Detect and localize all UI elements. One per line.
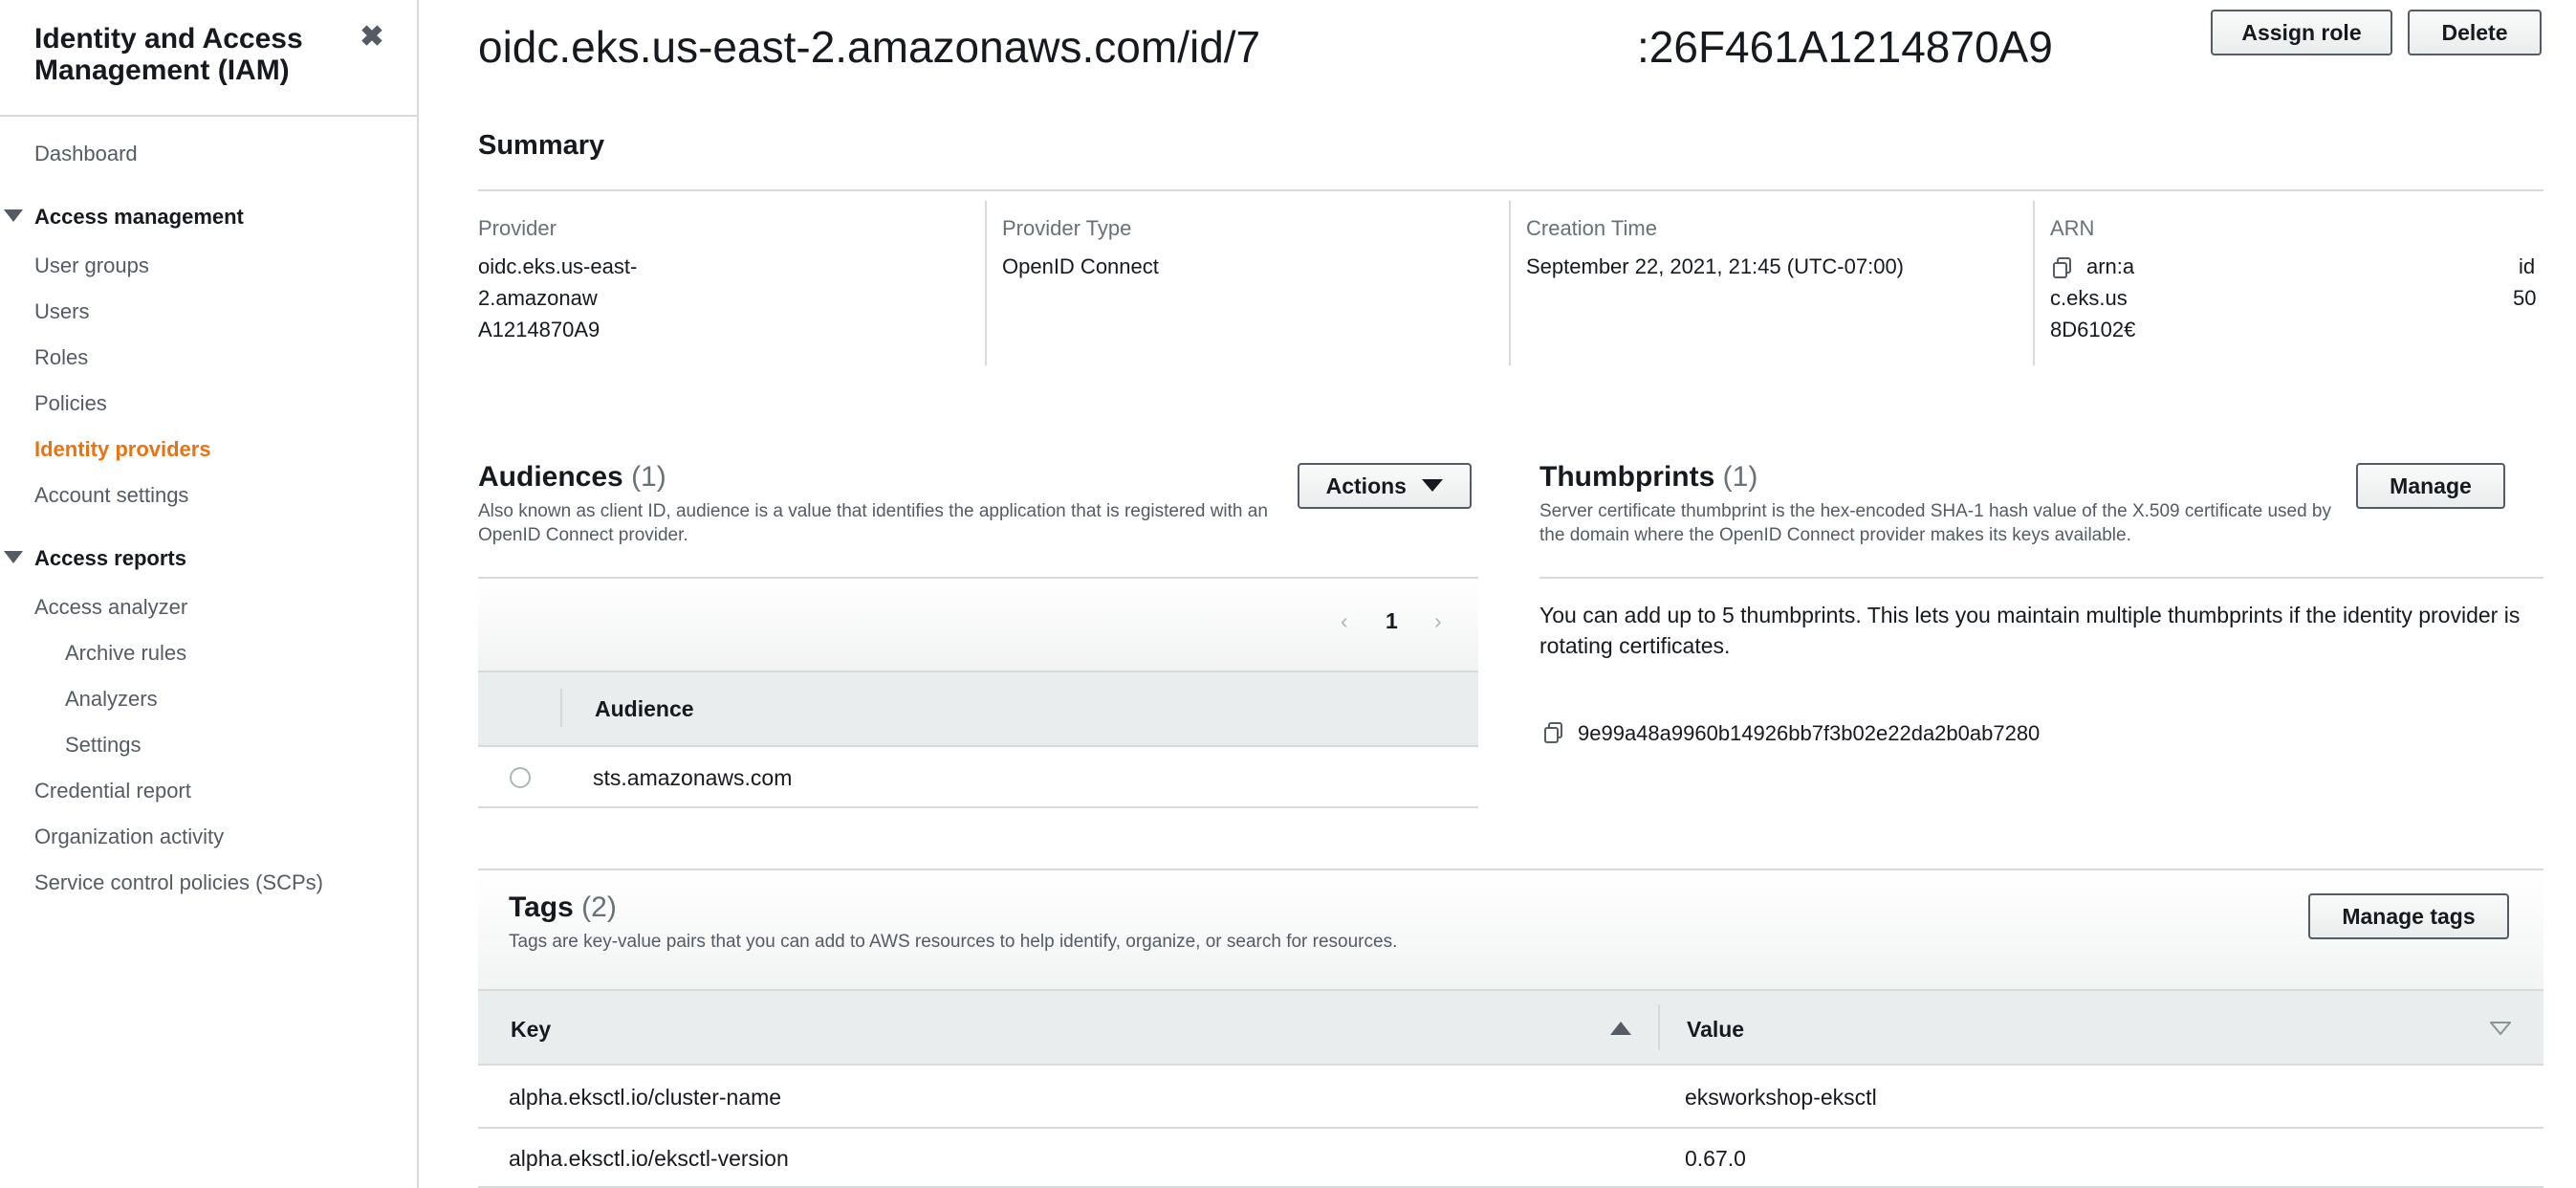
tags-description: Tags are key-value pairs that you can ad… bbox=[509, 932, 1398, 952]
provider-type-value: OpenID Connect bbox=[1002, 254, 1159, 278]
creation-time-label: Creation Time bbox=[1526, 216, 1657, 240]
sidebar-item-account-settings[interactable]: Account settings bbox=[34, 483, 188, 508]
column-divider bbox=[1658, 1004, 1660, 1050]
sidebar-item-settings[interactable]: Settings bbox=[65, 733, 142, 758]
sidebar-title: Identity and Access Management (IAM) bbox=[34, 23, 303, 86]
audiences-description: Also known as client ID, audience is a v… bbox=[478, 501, 1268, 545]
tag-key-cell: alpha.eksctl.io/cluster-name bbox=[509, 1085, 782, 1110]
provider-label: Provider bbox=[478, 216, 557, 240]
audiences-pager-bar bbox=[478, 579, 1478, 671]
sidebar-item-organization-activity[interactable]: Organization activity bbox=[34, 825, 224, 849]
tags-title-text: Tags bbox=[509, 891, 574, 923]
creation-time-value: September 22, 2021, 21:45 (UTC-07:00) bbox=[1526, 254, 1905, 278]
summary-provider-type: Provider Type OpenID Connect bbox=[1002, 197, 1499, 365]
caret-down-icon bbox=[1422, 479, 1444, 492]
actions-button[interactable]: Actions bbox=[1298, 463, 1472, 509]
caret-down-icon bbox=[4, 551, 23, 563]
tags-title: Tags (2) bbox=[509, 891, 617, 924]
copy-icon[interactable] bbox=[2052, 256, 2073, 279]
thumbprint-value: 9e99a48a9960b14926bb7f3b02e22da2b0ab7280 bbox=[1578, 721, 2041, 745]
divider bbox=[478, 1127, 2543, 1129]
delete-button[interactable]: Delete bbox=[2408, 10, 2542, 55]
summary-provider: Provider oidc.eks.us-east- 2.amazonaw A1… bbox=[478, 197, 975, 365]
chevron-right-icon[interactable]: › bbox=[1434, 608, 1442, 634]
sidebar-item-analyzers[interactable]: Analyzers bbox=[65, 687, 158, 712]
sidebar-section-access-reports[interactable]: Access reports bbox=[4, 546, 186, 571]
audiences-title-text: Audiences bbox=[478, 461, 623, 493]
manage-tags-button[interactable]: Manage tags bbox=[2308, 893, 2509, 939]
thumbprints-title: Thumbprints (1) bbox=[1539, 461, 1757, 494]
audiences-title: Audiences (1) bbox=[478, 461, 666, 494]
sidebar-item-archive-rules[interactable]: Archive rules bbox=[65, 641, 186, 666]
audience-column-header: Audience bbox=[595, 696, 694, 721]
page-title: oidc.eks.us-east-2.amazonaws.com/id/7 bbox=[478, 22, 1261, 72]
caret-down-icon bbox=[4, 209, 23, 222]
column-divider bbox=[560, 689, 562, 727]
manage-thumbprints-button[interactable]: Manage bbox=[2356, 463, 2505, 509]
copy-icon[interactable] bbox=[1543, 721, 1564, 744]
sidebar-item-policies[interactable]: Policies bbox=[34, 391, 107, 416]
audiences-count: (1) bbox=[631, 461, 666, 493]
sort-ascending-icon[interactable] bbox=[1610, 1022, 1631, 1035]
provider-type-label: Provider Type bbox=[1002, 216, 1132, 240]
summary-title: Summary bbox=[478, 130, 605, 161]
sidebar-item-identity-providers[interactable]: Identity providers bbox=[34, 437, 211, 462]
divider bbox=[1509, 201, 1511, 365]
key-column-header[interactable]: Key bbox=[511, 1017, 551, 1043]
arn-value-line: 8D6102€ bbox=[2050, 318, 2136, 341]
provider-value-line: 2.amazonaw bbox=[478, 286, 598, 310]
thumbprints-note: You can add up to 5 thumbprints. This le… bbox=[1539, 603, 2521, 658]
arn-value-line: c.eks.us bbox=[2050, 286, 2128, 310]
divider bbox=[478, 806, 1478, 808]
sidebar-section-label: Access management bbox=[34, 205, 244, 229]
thumbprints-count: (1) bbox=[1722, 461, 1758, 493]
sidebar-item-roles[interactable]: Roles bbox=[34, 345, 88, 370]
summary-creation-time: Creation Time September 22, 2021, 21:45 … bbox=[1526, 197, 2023, 365]
value-column-header[interactable]: Value bbox=[1687, 1017, 1744, 1043]
arn-label: ARN bbox=[2050, 216, 2095, 240]
audience-row-radio[interactable] bbox=[510, 767, 531, 788]
tag-value-cell: 0.67.0 bbox=[1685, 1146, 1746, 1171]
page-title-suffix: :26F461A1214870A9 bbox=[1637, 22, 2053, 72]
sort-descending-icon[interactable] bbox=[2490, 1022, 2511, 1035]
sidebar-item-user-groups[interactable]: User groups bbox=[34, 253, 149, 278]
divider bbox=[478, 189, 2543, 191]
audience-cell: sts.amazonaws.com bbox=[593, 765, 793, 790]
sidebar-section-access-management[interactable]: Access management bbox=[4, 205, 244, 230]
close-icon[interactable]: ✖ bbox=[356, 21, 388, 54]
chevron-left-icon[interactable]: ‹ bbox=[1341, 608, 1348, 634]
sidebar: Identity and Access Management (IAM) ✖ D… bbox=[0, 0, 419, 1188]
tags-table-header bbox=[478, 989, 2543, 1066]
actions-label: Actions bbox=[1325, 473, 1407, 498]
sidebar-item-access-analyzer[interactable]: Access analyzer bbox=[34, 595, 187, 620]
provider-value-line: A1214870A9 bbox=[478, 318, 600, 341]
sidebar-item-scps[interactable]: Service control policies (SCPs) bbox=[34, 870, 323, 895]
summary-arn: ARN arn:a c.eks.us 8D6102€ id 50 bbox=[2050, 197, 2543, 365]
thumbprints-title-text: Thumbprints bbox=[1539, 461, 1715, 493]
provider-value-line: oidc.eks.us-east- bbox=[478, 254, 638, 278]
sidebar-header: Identity and Access Management (IAM) ✖ bbox=[0, 0, 417, 117]
divider bbox=[2033, 201, 2035, 365]
tag-value-cell: eksworkshop-eksctl bbox=[1685, 1085, 1877, 1110]
arn-value: arn:a c.eks.us 8D6102€ id 50 bbox=[2050, 251, 2543, 345]
sidebar-item-credential-report[interactable]: Credential report bbox=[34, 779, 191, 803]
divider bbox=[985, 201, 987, 365]
arn-value-right: 50 bbox=[2513, 286, 2537, 310]
arn-value-right: id bbox=[2519, 254, 2536, 278]
redaction-mask bbox=[1272, 10, 1626, 77]
tag-key-cell: alpha.eksctl.io/eksctl-version bbox=[509, 1146, 789, 1171]
divider bbox=[1539, 577, 2543, 579]
arn-value-line: arn:a bbox=[2086, 254, 2135, 278]
tags-count: (2) bbox=[581, 891, 617, 923]
sidebar-section-label: Access reports bbox=[34, 546, 186, 570]
page-number[interactable]: 1 bbox=[1386, 608, 1398, 634]
provider-value: oidc.eks.us-east- 2.amazonaw A1214870A9 bbox=[478, 251, 975, 345]
sidebar-item-dashboard[interactable]: Dashboard bbox=[34, 142, 138, 166]
assign-role-button[interactable]: Assign role bbox=[2211, 10, 2392, 55]
sidebar-item-users[interactable]: Users bbox=[34, 299, 89, 324]
thumbprints-description: Server certificate thumbprint is the hex… bbox=[1539, 501, 2332, 545]
